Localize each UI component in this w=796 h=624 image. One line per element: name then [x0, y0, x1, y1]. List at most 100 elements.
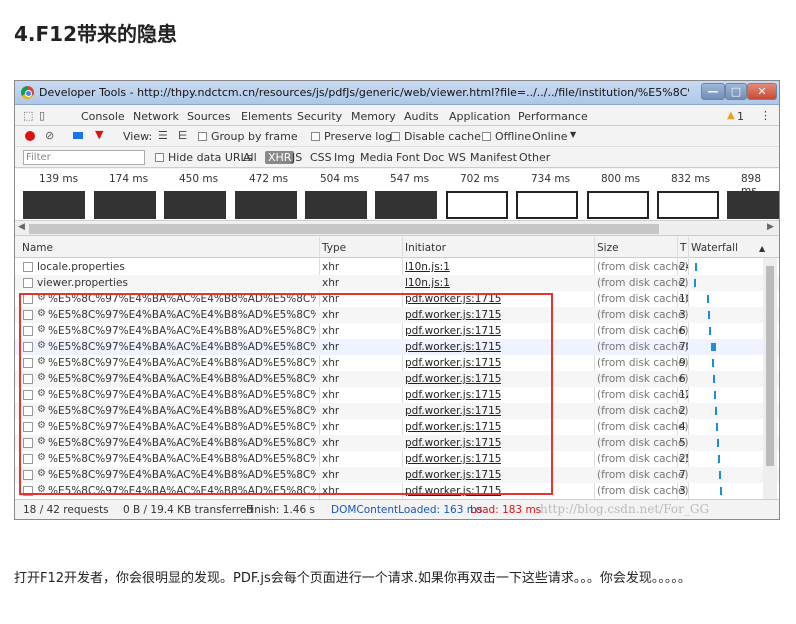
filter-input[interactable]: Filter — [23, 150, 145, 165]
type-filter-all[interactable]: All — [243, 151, 257, 164]
screenshot-frame[interactable] — [446, 191, 508, 219]
record-icon[interactable] — [25, 131, 35, 141]
capture-screenshots-icon[interactable] — [73, 132, 83, 139]
warning-icon[interactable]: ▲ — [727, 110, 735, 121]
request-time: 3 — [679, 485, 686, 497]
overview-tick: 734 ms — [531, 173, 571, 185]
type-filter-xhr[interactable]: XHR — [265, 151, 295, 164]
scroll-left-icon[interactable]: ◀ — [18, 222, 25, 232]
type-filter-img[interactable]: Img — [334, 151, 355, 164]
waterfall-bar — [712, 359, 714, 367]
tab-console[interactable]: Console — [81, 110, 125, 123]
request-name[interactable]: viewer.properties — [37, 277, 315, 289]
request-size: (from disk cache) — [597, 453, 689, 465]
type-filter-ws[interactable]: WS — [448, 151, 466, 164]
screenshot-frame[interactable] — [23, 191, 85, 219]
screenshot-frame[interactable] — [587, 191, 649, 219]
tab-elements[interactable]: Elements — [241, 110, 292, 123]
type-filter-css[interactable]: CSS — [310, 151, 332, 164]
column-name[interactable]: Name — [22, 242, 53, 254]
page-heading: 4.F12带来的隐患 — [14, 22, 178, 46]
column-time[interactable]: T — [680, 242, 686, 254]
tab-sources[interactable]: Sources — [187, 110, 231, 123]
screenshot-frame[interactable] — [657, 191, 719, 219]
status-bar: 18 / 42 requests 0 B / 19.4 KB transferr… — [15, 499, 779, 519]
filter-icon[interactable]: ▼ — [95, 128, 103, 141]
waterfall-bar — [714, 391, 716, 399]
scroll-right-icon[interactable]: ▶ — [767, 222, 774, 232]
column-waterfall[interactable]: Waterfall — [691, 242, 738, 254]
request-time: 5 — [679, 437, 686, 449]
preserve-log-checkbox[interactable] — [311, 132, 320, 141]
request-initiator[interactable]: l10n.js:1 — [405, 261, 450, 273]
waterfall-bar — [707, 295, 709, 303]
offline-checkbox[interactable] — [482, 132, 491, 141]
tab-network[interactable]: Network — [133, 110, 179, 123]
column-type[interactable]: Type — [322, 242, 346, 254]
group-by-frame-checkbox[interactable] — [198, 132, 207, 141]
type-filter-media[interactable]: Media — [360, 151, 393, 164]
watermark: http://blog.csdn.net/For_GG — [540, 502, 710, 516]
throttling-select[interactable]: Online — [532, 130, 567, 143]
show-overview-icon[interactable]: ⋿ — [178, 129, 188, 142]
request-size: (from disk cache) — [597, 261, 689, 273]
screenshot-frame[interactable] — [727, 191, 779, 219]
device-toolbar-icon[interactable]: ▯ — [39, 109, 45, 122]
screenshot-frame[interactable] — [516, 191, 578, 219]
warning-count: 1 — [737, 110, 744, 123]
tab-security[interactable]: Security — [297, 110, 342, 123]
type-filter-js[interactable]: JS — [292, 151, 302, 164]
table-row[interactable]: viewer.properties xhr l10n.js:1 (from disk … — [15, 275, 779, 291]
screenshot-frame[interactable] — [305, 191, 367, 219]
request-name[interactable]: locale.properties — [37, 261, 315, 273]
type-filter-manifest[interactable]: Manifest — [470, 151, 517, 164]
vertical-scrollbar[interactable] — [763, 258, 777, 499]
sort-arrow-icon[interactable]: ▲ — [759, 244, 765, 253]
devtools-screenshot: Developer Tools - http://thpy.ndctcm.cn/… — [14, 80, 780, 520]
request-type: xhr — [322, 261, 340, 273]
request-time: 2 — [679, 277, 686, 289]
scrollbar-thumb[interactable] — [766, 266, 774, 466]
minimize-button[interactable]: — — [701, 83, 725, 100]
more-menu-icon[interactable]: ⋮ — [760, 109, 771, 122]
tab-performance[interactable]: Performance — [518, 110, 588, 123]
highlight-box — [19, 293, 553, 495]
tab-memory[interactable]: Memory — [351, 110, 396, 123]
tab-audits[interactable]: Audits — [404, 110, 439, 123]
disable-cache-checkbox[interactable] — [391, 132, 400, 141]
maximize-button[interactable]: □ — [725, 83, 747, 100]
request-size: (from disk cache) — [597, 469, 689, 481]
scrollbar-thumb[interactable] — [29, 224, 659, 234]
close-button[interactable]: ✕ — [747, 83, 777, 100]
column-initiator[interactable]: Initiator — [405, 242, 446, 254]
tab-application[interactable]: Application — [449, 110, 510, 123]
transferred-size: 0 B / 19.4 KB transferred — [123, 504, 254, 516]
offline-label: Offline — [495, 130, 532, 143]
request-time: 3 — [679, 309, 686, 321]
request-initiator[interactable]: l10n.js:1 — [405, 277, 450, 289]
filter-bar: Filter Hide data URLs All XHR JS CSS Img… — [15, 148, 779, 168]
type-filter-doc[interactable]: Doc — [423, 151, 444, 164]
request-type: xhr — [322, 277, 340, 289]
column-size[interactable]: Size — [597, 242, 619, 254]
inspect-element-icon[interactable]: ⬚ — [23, 109, 33, 122]
request-size: (from disk cache) — [597, 405, 689, 417]
horizontal-scrollbar[interactable]: ◀ ▶ — [15, 222, 779, 236]
type-filter-other[interactable]: Other — [519, 151, 550, 164]
type-filter-font[interactable]: Font — [396, 151, 420, 164]
large-rows-icon[interactable]: ☰ — [158, 129, 168, 142]
overview-tick: 547 ms — [390, 173, 430, 185]
clear-icon[interactable]: ⊘ — [45, 129, 54, 142]
waterfall-bar — [717, 439, 719, 447]
screenshot-frame[interactable] — [94, 191, 156, 219]
waterfall-bar — [715, 407, 717, 415]
table-row[interactable]: locale.properties xhr l10n.js:1 (from disk … — [15, 259, 779, 275]
request-time: 4 — [679, 421, 686, 433]
screenshot-frame[interactable] — [375, 191, 437, 219]
screenshot-frame[interactable] — [235, 191, 297, 219]
request-time: 9 — [679, 357, 686, 369]
hide-data-urls-checkbox[interactable] — [155, 153, 164, 162]
chevron-down-icon[interactable]: ▼ — [570, 130, 576, 139]
screenshot-frame[interactable] — [164, 191, 226, 219]
overview-tick: 504 ms — [320, 173, 360, 185]
